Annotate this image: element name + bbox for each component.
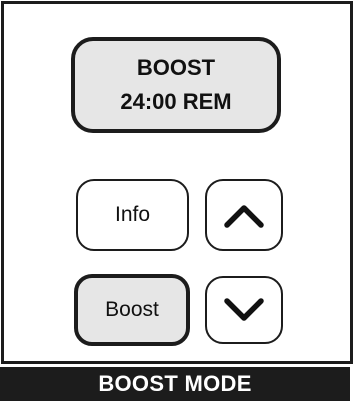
- down-button[interactable]: [205, 276, 283, 344]
- display-time-remaining: 24:00 REM: [120, 89, 232, 114]
- mode-caption-bar: BOOST MODE: [0, 367, 350, 401]
- chevron-up-icon: [224, 205, 264, 228]
- mode-caption: BOOST MODE: [98, 371, 252, 396]
- display-mode-text: BOOST: [136, 55, 216, 80]
- boost-button[interactable]: Boost: [74, 274, 190, 346]
- lcd-display: BOOST 24:00 REM: [71, 37, 281, 133]
- control-panel: BOOST 24:00 REM Info Boost: [1, 1, 353, 364]
- up-button[interactable]: [205, 179, 283, 251]
- chevron-down-icon: [224, 298, 264, 321]
- info-button-label: Info: [114, 203, 151, 226]
- boost-button-label: Boost: [105, 298, 159, 321]
- info-button[interactable]: Info: [76, 179, 189, 251]
